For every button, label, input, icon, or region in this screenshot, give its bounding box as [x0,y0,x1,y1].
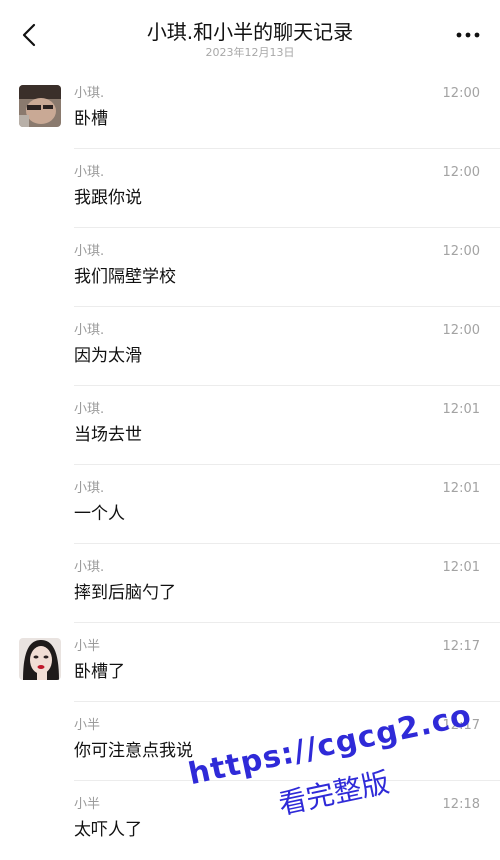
sender-name: 小琪. [74,244,105,259]
sender-name: 小半 [74,797,101,812]
sender-name: 小琪. [74,86,105,101]
message-text: 因为太滑 [74,346,142,366]
message-time: 12:01 [442,560,480,575]
message-time: 12:00 [442,165,480,180]
message-time: 12:18 [442,797,480,812]
message-text: 一个人 [74,504,125,524]
message-text: 当场去世 [74,425,142,445]
message-item[interactable]: 小半 12:17 你可注意点我说 [0,702,500,781]
sender-name: 小琪. [74,165,105,180]
sender-name: 小半 [74,639,101,654]
message-text: 我们隔壁学校 [74,267,176,287]
message-time: 12:00 [442,244,480,259]
message-item[interactable]: 小半 12:18 太吓人了 [0,781,500,860]
sender-name: 小琪. [74,560,105,575]
message-time: 12:17 [442,718,480,733]
chat-header: 小琪.和小半的聊天记录 2023年12月13日 [0,0,500,70]
message-item[interactable]: 小琪. 12:01 一个人 [0,465,500,544]
message-text: 卧槽了 [74,662,125,682]
message-item[interactable]: 小琪. 12:00 因为太滑 [0,307,500,386]
message-text: 摔到后脑勺了 [74,583,176,603]
chat-date: 2023年12月13日 [205,46,295,59]
message-time: 12:01 [442,481,480,496]
message-text: 太吓人了 [74,820,142,840]
message-item[interactable]: 小琪. 12:00 我们隔壁学校 [0,228,500,307]
more-button[interactable] [450,20,486,50]
message-time: 12:01 [442,402,480,417]
avatar[interactable] [19,85,61,127]
message-time: 12:00 [442,86,480,101]
message-item[interactable]: 小半 12:17 卧槽了 [0,623,500,702]
more-horizontal-icon [456,32,480,38]
message-time: 12:17 [442,639,480,654]
message-list: 小琪. 12:00 卧槽 小琪. 12:00 我跟你说 小琪. 12:00 我们… [0,70,500,860]
message-text: 卧槽 [74,109,108,129]
message-item[interactable]: 小琪. 12:00 卧槽 [0,70,500,149]
sender-name: 小琪. [74,481,105,496]
message-item[interactable]: 小琪. 12:00 我跟你说 [0,149,500,228]
sender-name: 小琪. [74,323,105,338]
avatar[interactable] [19,638,61,680]
page-title: 小琪.和小半的聊天记录 [146,20,354,44]
sender-name: 小琪. [74,402,105,417]
message-item[interactable]: 小琪. 12:01 摔到后脑勺了 [0,544,500,623]
message-time: 12:00 [442,323,480,338]
message-text: 我跟你说 [74,188,142,208]
message-item[interactable]: 小琪. 12:01 当场去世 [0,386,500,465]
sender-name: 小半 [74,718,101,733]
message-text: 你可注意点我说 [74,741,193,761]
